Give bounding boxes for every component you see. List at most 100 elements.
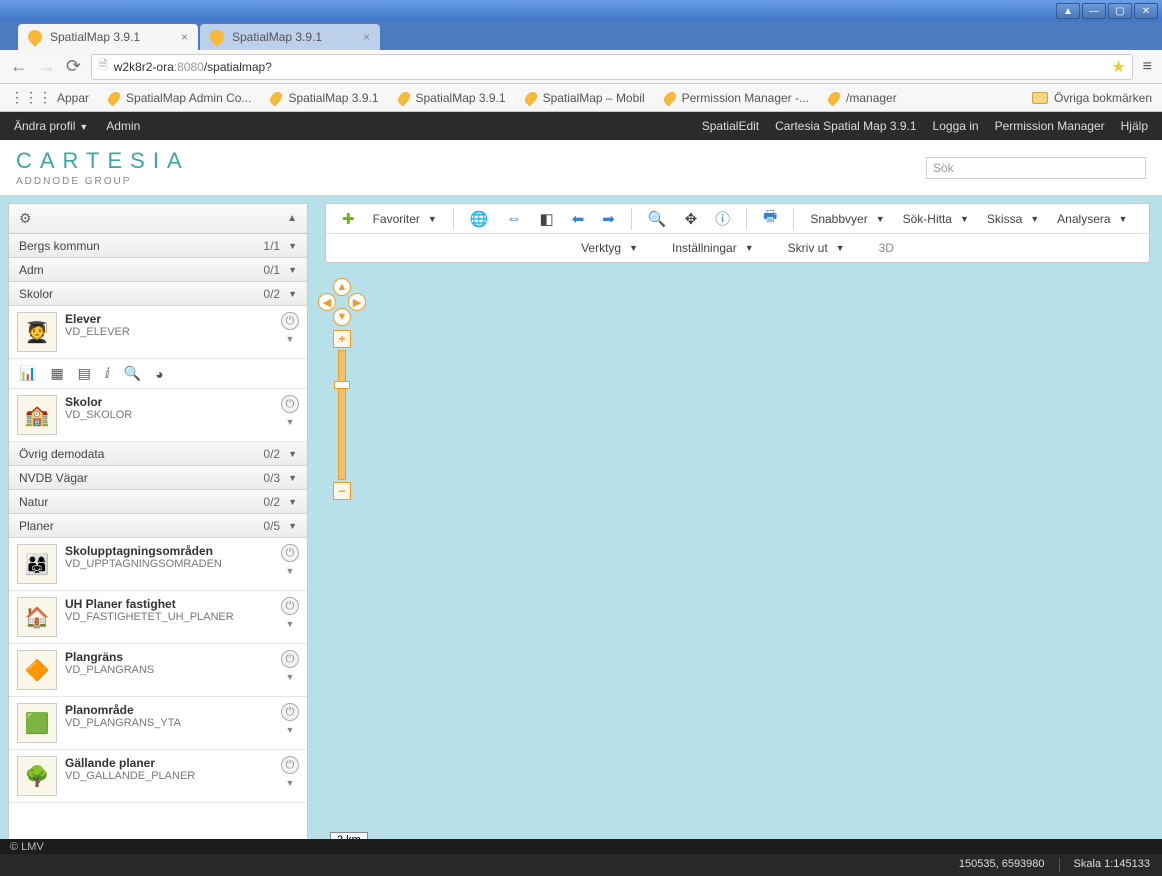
close-window-button[interactable]: ✕	[1134, 3, 1158, 19]
category-row[interactable]: NVDB Vägar 0/3 ▼	[9, 466, 307, 490]
login-link[interactable]: Logga in	[933, 119, 979, 133]
bookmark-item[interactable]: SpatialMap Admin Co...	[107, 91, 251, 105]
category-row[interactable]: Adm 0/1 ▼	[9, 258, 307, 282]
verktyg-menu[interactable]: Verktyg▼	[575, 235, 644, 261]
layer-item[interactable]: 👨‍👩‍👧 Skolupptagningsområden VD_UPPTAGNI…	[9, 538, 307, 591]
sidebar-header[interactable]: ⚙ ▲	[9, 204, 307, 234]
collapse-icon[interactable]: ▲	[287, 213, 297, 224]
nav-back-icon[interactable]: ⬅	[566, 206, 591, 232]
eraser-icon[interactable]: ◧	[534, 206, 560, 232]
globe-icon[interactable]: 🌐	[464, 206, 495, 232]
minimize-button[interactable]: —	[1082, 3, 1106, 19]
help-link[interactable]: Hjälp	[1121, 119, 1148, 133]
chevron-down-icon[interactable]: ▼	[288, 241, 297, 251]
spatialedit-link[interactable]: SpatialEdit	[702, 119, 759, 133]
pan-icon[interactable]: ✥	[679, 206, 704, 232]
profile-menu[interactable]: Ändra profil▼	[14, 119, 88, 133]
category-row[interactable]: Övrig demodata 0/2 ▼	[9, 442, 307, 466]
layer-item[interactable]: 🟩 Planområde VD_PLANGRANS_YTA ⏻ ▼	[9, 697, 307, 750]
snabbvyer-menu[interactable]: Snabbvyer▼	[804, 206, 890, 232]
tab-close-icon[interactable]: ×	[363, 30, 370, 44]
chevron-down-icon[interactable]: ▼	[288, 289, 297, 299]
bookmark-item[interactable]: Permission Manager -...	[663, 91, 809, 105]
browser-tab-active[interactable]: SpatialMap 3.9.1 ×	[18, 24, 198, 50]
installningar-menu[interactable]: Inställningar▼	[666, 235, 760, 261]
maximize-button[interactable]: ▢	[1108, 3, 1132, 19]
user-icon[interactable]: ▲	[1056, 3, 1080, 19]
bookmark-star-icon[interactable]: ★	[1111, 57, 1125, 77]
chart-icon[interactable]: 📊	[19, 365, 36, 382]
layer-icon[interactable]: ◕	[155, 366, 163, 382]
layer-item[interactable]: 🔶 Plangräns VD_PLANGRANS ⏻ ▼	[9, 644, 307, 697]
chevron-down-icon[interactable]: ▼	[288, 521, 297, 531]
skrivut-menu[interactable]: Skriv ut▼	[782, 235, 851, 261]
chevron-down-icon[interactable]: ▼	[286, 778, 295, 788]
zoom-out-button[interactable]: −	[333, 482, 351, 500]
bookmark-item[interactable]: SpatialMap 3.9.1	[397, 91, 506, 105]
pan-down-button[interactable]: ▼	[333, 308, 351, 326]
global-search-input[interactable]: Sök	[926, 157, 1146, 179]
extent-icon[interactable]: ⇔	[501, 206, 528, 232]
category-row[interactable]: Natur 0/2 ▼	[9, 490, 307, 514]
chevron-down-icon[interactable]: ▼	[286, 417, 295, 427]
chevron-down-icon[interactable]: ▼	[286, 672, 295, 682]
chevron-down-icon[interactable]: ▼	[288, 265, 297, 275]
power-icon[interactable]: ⏻	[281, 703, 299, 721]
zoom-handle[interactable]	[334, 381, 350, 389]
chevron-down-icon[interactable]: ▼	[286, 566, 295, 576]
info-icon[interactable]: ⓘ	[709, 206, 736, 232]
power-icon[interactable]: ⏻	[281, 650, 299, 668]
apps-shortcut[interactable]: ⋮⋮⋮Appar	[10, 89, 89, 106]
threed-button[interactable]: 3D	[873, 235, 900, 261]
chevron-down-icon[interactable]: ▼	[286, 334, 295, 344]
pan-left-button[interactable]: ◀	[318, 293, 336, 311]
power-icon[interactable]: ⏻	[281, 395, 299, 413]
admin-link[interactable]: Admin	[106, 119, 140, 133]
pan-right-button[interactable]: ▶	[348, 293, 366, 311]
sok-hitta-menu[interactable]: Sök-Hitta▼	[897, 206, 975, 232]
category-row[interactable]: Bergs kommun 1/1 ▼	[9, 234, 307, 258]
identify-icon[interactable]: ⅈ	[105, 365, 110, 382]
power-icon[interactable]: ⏻	[281, 597, 299, 615]
reload-icon[interactable]: ⟳	[66, 56, 81, 77]
chevron-down-icon[interactable]: ▼	[288, 497, 297, 507]
layer-item[interactable]: 🏫 Skolor VD_SKOLOR ⏻ ▼	[9, 389, 307, 442]
grid-icon[interactable]: ▤	[78, 365, 91, 382]
category-row[interactable]: Planer 0/5 ▼	[9, 514, 307, 538]
back-icon[interactable]: ←	[10, 56, 28, 77]
layer-item[interactable]: 🧑‍🎓 Elever VD_ELEVER ⏻ ▼	[9, 306, 307, 359]
chevron-down-icon[interactable]: ▼	[288, 473, 297, 483]
map-canvas[interactable]: TäbyaröVaxholmStegesundSkarpöRindöRamsöT…	[315, 195, 1162, 854]
chevron-down-icon[interactable]: ▼	[286, 619, 295, 629]
power-icon[interactable]: ⏻	[281, 312, 299, 330]
favorites-add-icon[interactable]: ✚	[336, 206, 361, 232]
layer-item[interactable]: 🌳 Gällande planer VD_GALLANDE_PLANER ⏻ ▼	[9, 750, 307, 803]
gear-icon[interactable]: ⚙	[19, 210, 32, 227]
permission-manager-link[interactable]: Permission Manager	[995, 119, 1105, 133]
layer-item[interactable]: 🏠 UH Planer fastighet VD_FASTIGHETET_UH_…	[9, 591, 307, 644]
zoom-in-button[interactable]: +	[333, 330, 351, 348]
pan-up-button[interactable]: ▲	[333, 278, 351, 296]
analysera-menu[interactable]: Analysera▼	[1051, 206, 1133, 232]
zoom-in-icon[interactable]: 🔍	[642, 206, 673, 232]
favorites-menu[interactable]: Favoriter▼	[367, 206, 443, 232]
chevron-down-icon[interactable]: ▼	[288, 449, 297, 459]
print-icon[interactable]: 🖶	[757, 206, 783, 232]
bookmark-item[interactable]: SpatialMap – Mobil	[524, 91, 645, 105]
zoom-track[interactable]	[338, 350, 346, 480]
chevron-down-icon[interactable]: ▼	[286, 725, 295, 735]
bookmark-item[interactable]: SpatialMap 3.9.1	[269, 91, 378, 105]
nav-forward-icon[interactable]: ➡	[596, 206, 621, 232]
other-bookmarks[interactable]: Övriga bokmärken	[1054, 91, 1152, 105]
url-input[interactable]: 🗎 w2k8r2-ora:8080/spatialmap? ★	[91, 54, 1133, 80]
category-row[interactable]: Skolor 0/2 ▼	[9, 282, 307, 306]
tab-close-icon[interactable]: ×	[181, 30, 188, 44]
browser-menu-icon[interactable]: ≡	[1143, 58, 1152, 76]
power-icon[interactable]: ⏻	[281, 756, 299, 774]
power-icon[interactable]: ⏻	[281, 544, 299, 562]
bookmark-item[interactable]: /manager	[827, 91, 897, 105]
skissa-menu[interactable]: Skissa▼	[981, 206, 1045, 232]
table-icon[interactable]: ▦	[50, 365, 63, 382]
browser-tab[interactable]: SpatialMap 3.9.1 ×	[200, 24, 380, 50]
search-icon[interactable]: 🔍	[124, 365, 141, 382]
